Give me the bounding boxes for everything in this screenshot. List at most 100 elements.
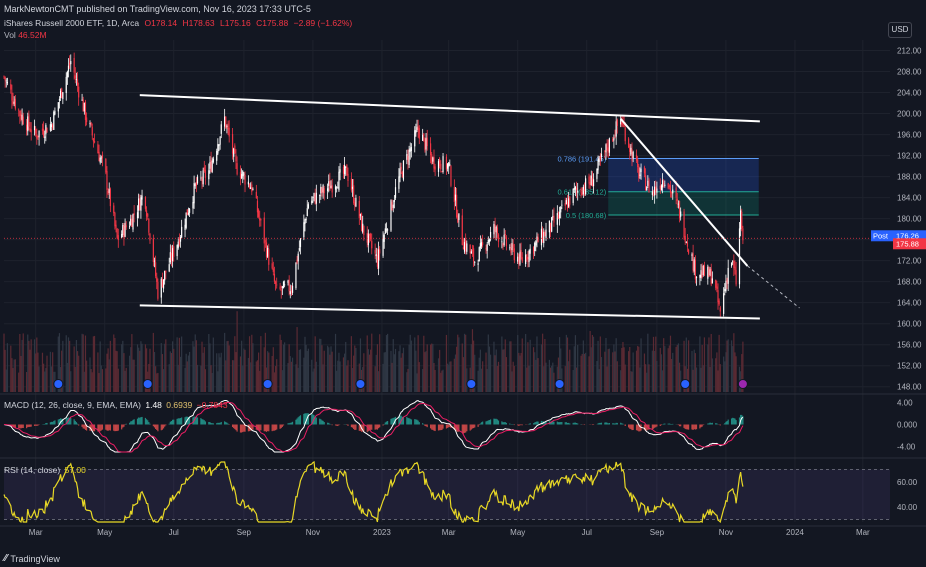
volume-bar: [193, 346, 195, 392]
rsi-legend[interactable]: RSI (14, close) 57.00: [4, 465, 86, 475]
macd-histogram-bar: [377, 424, 380, 429]
candle-body: [50, 124, 53, 128]
candle-body: [320, 186, 322, 194]
volume-bar: [564, 366, 566, 392]
volume-bar: [431, 343, 433, 392]
candle-body: [534, 243, 536, 251]
macd-legend[interactable]: MACD (12, 26, close, 9, EMA, EMA) 1.48 0…: [4, 400, 228, 410]
macd-histogram-bar: [489, 419, 492, 425]
volume-bar: [243, 348, 245, 392]
candle-body: [177, 241, 179, 248]
candle-body: [432, 157, 434, 162]
candle-body: [663, 183, 665, 184]
volume-bar: [315, 361, 317, 392]
volume-bar: [323, 350, 325, 392]
macd-histogram-bar: [577, 423, 579, 425]
candle-body: [668, 185, 670, 188]
volume-bar: [408, 344, 410, 392]
volume-bar: [386, 333, 389, 392]
candle-body: [26, 124, 28, 131]
candle-body: [719, 307, 721, 312]
candle-body: [186, 209, 188, 216]
candle-body: [561, 204, 563, 206]
volume-bar: [580, 355, 582, 392]
candle-body: [542, 230, 544, 242]
candle-body: [598, 158, 600, 162]
rsi-tick-label: 40.00: [897, 503, 918, 512]
macd-histogram-bar: [535, 421, 537, 425]
candle-body: [194, 183, 196, 187]
x-tick-label: 2024: [786, 528, 804, 537]
candle-body: [216, 150, 218, 161]
macd-histogram-bar: [493, 418, 495, 425]
macd-histogram-bar: [536, 421, 538, 425]
volume-bar: [569, 349, 571, 392]
candle-body: [540, 228, 543, 246]
volume-bar: [604, 351, 606, 392]
candle-body: [613, 137, 615, 141]
candle-body: [700, 270, 702, 278]
candle-body: [733, 260, 735, 268]
macd-histogram-bar: [599, 422, 601, 425]
macd-histogram-bar: [242, 424, 244, 433]
macd-histogram-bar: [440, 424, 442, 431]
volume-bar: [46, 355, 48, 392]
volume-bar: [70, 371, 72, 392]
macd-histogram-bar: [117, 424, 119, 431]
macd-histogram-bar: [532, 423, 535, 425]
volume-bar: [379, 334, 381, 392]
macd-histogram-bar: [276, 424, 278, 430]
macd-histogram-bar: [569, 423, 571, 425]
volume-bar: [66, 362, 68, 392]
candle-body: [218, 144, 220, 147]
volume-bar: [255, 361, 257, 392]
candle-body: [6, 82, 8, 84]
macd-histogram-bar: [520, 424, 522, 426]
volume-bar: [402, 347, 405, 392]
volume-bar: [572, 370, 574, 392]
footer-brand[interactable]: ⁄⁄ TradingView: [4, 553, 60, 564]
macd-histogram-bar: [592, 424, 595, 426]
candle-body: [588, 176, 590, 184]
candle-body: [535, 241, 537, 246]
macd-histogram-bar: [328, 422, 330, 425]
macd-value-3: −0.7843: [196, 400, 228, 410]
volume-bar: [65, 335, 67, 392]
x-tick-label: Sep: [650, 528, 665, 537]
volume-bar: [461, 343, 463, 392]
macd-histogram-bar: [564, 422, 566, 425]
macd-histogram-bar: [115, 424, 117, 432]
macd-histogram-bar: [574, 422, 577, 425]
candle-body: [741, 212, 743, 229]
candle-body: [336, 187, 338, 189]
x-tick-label: May: [97, 528, 112, 537]
macd-histogram-bar: [351, 424, 354, 428]
macd-histogram-bar: [114, 424, 116, 432]
macd-tick-label: -4.00: [897, 443, 916, 452]
candle-body: [423, 133, 425, 137]
candle-body: [169, 252, 171, 263]
candle-body: [359, 214, 362, 217]
candle-body: [687, 249, 690, 254]
candle-body: [575, 187, 578, 190]
candle-body: [695, 277, 698, 279]
volume-bar: [219, 357, 221, 392]
volume-bar: [544, 338, 546, 392]
price-chart-svg[interactable]: 212.00 208.00 204.00 200.00 196.00 192.00 188.…: [0, 0, 926, 567]
macd-histogram-bar: [322, 420, 324, 425]
macd-histogram-bar: [116, 424, 118, 432]
volume-bar: [616, 361, 618, 392]
volume-bar: [89, 357, 91, 392]
macd-histogram-bar: [686, 424, 689, 430]
volume-bar: [353, 355, 355, 392]
macd-histogram-bar: [49, 422, 51, 425]
volume-bar: [196, 364, 199, 392]
candle-body: [382, 238, 384, 256]
macd-histogram-bar: [50, 421, 53, 425]
volume-bar: [588, 356, 590, 392]
macd-histogram-bar: [203, 420, 205, 425]
macd-histogram-bar: [417, 420, 419, 425]
macd-histogram-bar: [699, 424, 701, 429]
candle-body: [251, 184, 253, 192]
volume-bar: [429, 344, 432, 392]
